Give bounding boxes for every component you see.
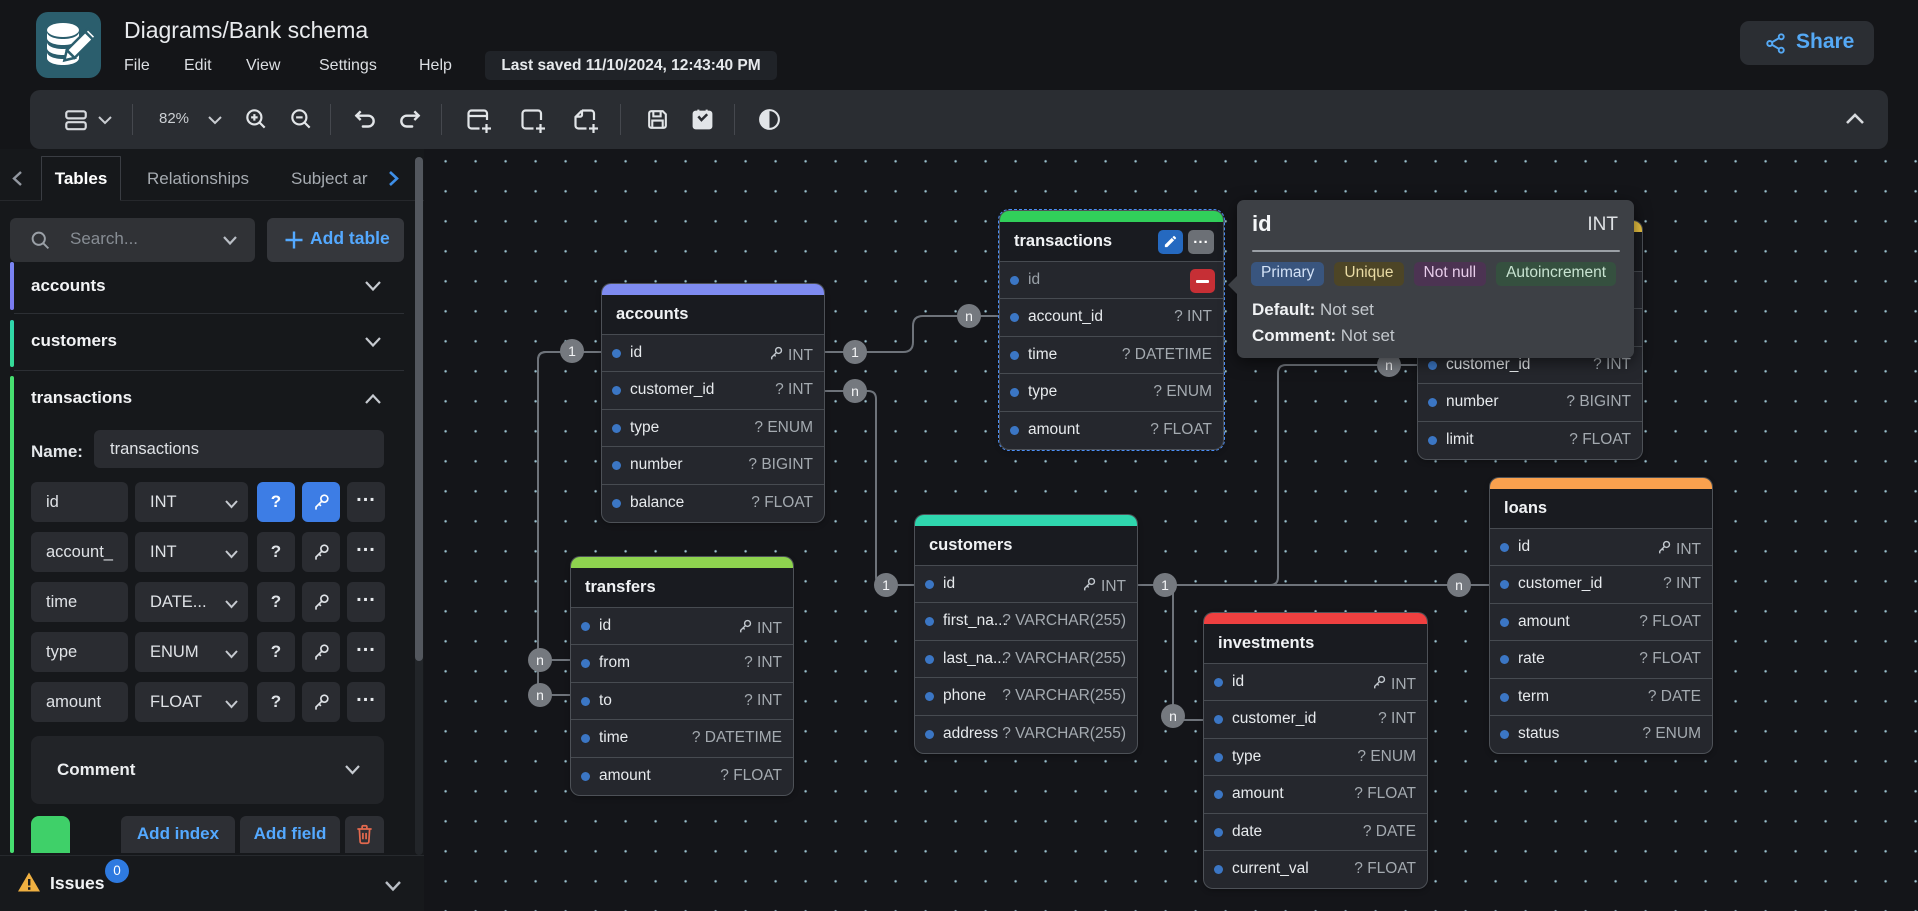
svg-text:n: n: [536, 652, 544, 668]
svg-text:1: 1: [568, 343, 576, 359]
svg-text:1: 1: [882, 577, 890, 593]
svg-text:n: n: [1455, 577, 1463, 593]
svg-text:n: n: [536, 687, 544, 703]
svg-text:n: n: [965, 308, 973, 324]
svg-text:n: n: [851, 383, 859, 399]
svg-text:1: 1: [1161, 577, 1169, 593]
svg-text:1: 1: [851, 344, 859, 360]
svg-text:n: n: [1385, 357, 1393, 373]
svg-text:n: n: [1169, 708, 1177, 724]
